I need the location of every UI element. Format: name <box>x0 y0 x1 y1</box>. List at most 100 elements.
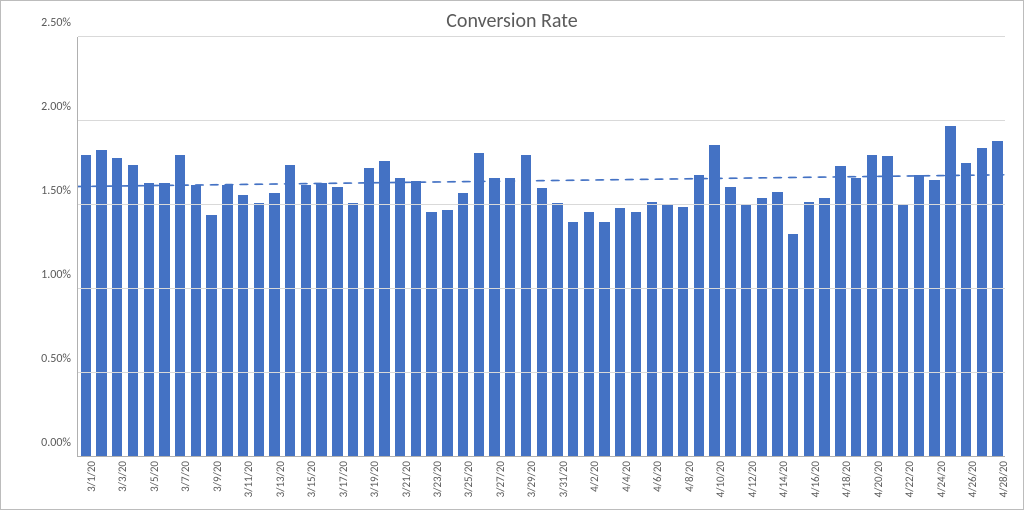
bar <box>788 234 798 457</box>
bar-slot <box>738 37 754 457</box>
bar <box>112 158 122 457</box>
x-tick-slot: 3/11/20 <box>234 457 250 507</box>
x-tick-slot: 4/2/20 <box>581 457 597 507</box>
bar-slot <box>109 37 125 457</box>
x-tick-slot <box>439 457 455 507</box>
bar-slot <box>974 37 990 457</box>
x-tick-slot: 3/5/20 <box>140 457 156 507</box>
x-tick-slot: 4/28/20 <box>990 457 1006 507</box>
bar-slot <box>235 37 251 457</box>
bar <box>395 178 405 457</box>
bar-slot <box>534 37 550 457</box>
x-tick-slot <box>565 457 581 507</box>
bar <box>144 183 154 457</box>
bar <box>191 185 201 457</box>
x-tick-slot <box>659 457 675 507</box>
bar <box>474 153 484 457</box>
bar-slot <box>817 37 833 457</box>
x-tick-slot <box>911 457 927 507</box>
bar-slot <box>660 37 676 457</box>
x-tick-slot: 4/22/20 <box>895 457 911 507</box>
x-tick-slot <box>313 457 329 507</box>
bar-slot <box>927 37 943 457</box>
x-tick-slot <box>124 457 140 507</box>
bar-slot <box>722 37 738 457</box>
y-tick-label: 2.50% <box>41 16 71 30</box>
x-tick-slot <box>533 457 549 507</box>
bar-slot <box>990 37 1006 457</box>
gridline <box>78 288 1005 289</box>
bar <box>741 205 751 457</box>
x-tick-slot: 3/21/20 <box>392 457 408 507</box>
bar <box>867 155 877 457</box>
bar <box>269 193 279 457</box>
bar-slot <box>487 37 503 457</box>
bar <box>254 203 264 457</box>
bar <box>458 193 468 457</box>
bar-slot <box>471 37 487 457</box>
bar <box>348 203 358 457</box>
bar-slot <box>267 37 283 457</box>
bar <box>819 198 829 457</box>
bar-slot <box>408 37 424 457</box>
bar-slot <box>707 37 723 457</box>
bar <box>725 187 735 457</box>
bar <box>537 188 547 457</box>
x-tick-slot <box>282 457 298 507</box>
bar <box>631 212 641 457</box>
bar <box>81 155 91 457</box>
bar-slot <box>754 37 770 457</box>
x-tick-slot: 4/10/20 <box>706 457 722 507</box>
bar <box>914 175 924 457</box>
bar <box>426 212 436 457</box>
x-tick-slot: 4/4/20 <box>612 457 628 507</box>
bar-slot <box>94 37 110 457</box>
bar <box>96 150 106 457</box>
x-tick-slot: 4/14/20 <box>769 457 785 507</box>
x-tick-slot: 3/15/20 <box>297 457 313 507</box>
bar <box>568 222 578 457</box>
bar-slot <box>801 37 817 457</box>
bar-slot <box>125 37 141 457</box>
bar <box>977 148 987 457</box>
x-tick-slot <box>376 457 392 507</box>
x-tick-slot <box>848 457 864 507</box>
bar-slot <box>455 37 471 457</box>
bar <box>159 183 169 457</box>
bar-slot <box>911 37 927 457</box>
x-tick-slot <box>187 457 203 507</box>
bar <box>835 166 845 457</box>
x-tick-slot: 4/16/20 <box>801 457 817 507</box>
x-tick-slot <box>502 457 518 507</box>
bar <box>442 210 452 457</box>
x-tick-slot: 3/25/20 <box>455 457 471 507</box>
bar-slot <box>157 37 173 457</box>
y-tick-label: 1.00% <box>41 268 71 282</box>
x-tick-slot <box>596 457 612 507</box>
y-tick-label: 0.50% <box>41 352 71 366</box>
bar-slot <box>833 37 849 457</box>
x-tick-slot <box>722 457 738 507</box>
x-axis: 3/1/203/3/203/5/203/7/203/9/203/11/203/1… <box>77 457 1005 507</box>
bar-slot <box>895 37 911 457</box>
plot-zone: 0.00%0.50%1.00%1.50%2.00%2.50% <box>19 37 1005 457</box>
bar-slot <box>864 37 880 457</box>
bar-slot <box>581 37 597 457</box>
bar <box>364 168 374 457</box>
bar-slot <box>502 37 518 457</box>
x-tick-slot <box>879 457 895 507</box>
x-tick-slot: 4/12/20 <box>738 457 754 507</box>
plot-area <box>77 37 1005 457</box>
bar <box>489 178 499 457</box>
bar-slot <box>785 37 801 457</box>
bar-slot <box>361 37 377 457</box>
bar <box>678 207 688 457</box>
bar <box>694 175 704 457</box>
x-tick-slot <box>691 457 707 507</box>
bar-slot <box>424 37 440 457</box>
x-tick-slot <box>754 457 770 507</box>
x-tick-slot <box>93 457 109 507</box>
bar <box>757 198 767 457</box>
bar-slot <box>204 37 220 457</box>
bar <box>584 212 594 457</box>
